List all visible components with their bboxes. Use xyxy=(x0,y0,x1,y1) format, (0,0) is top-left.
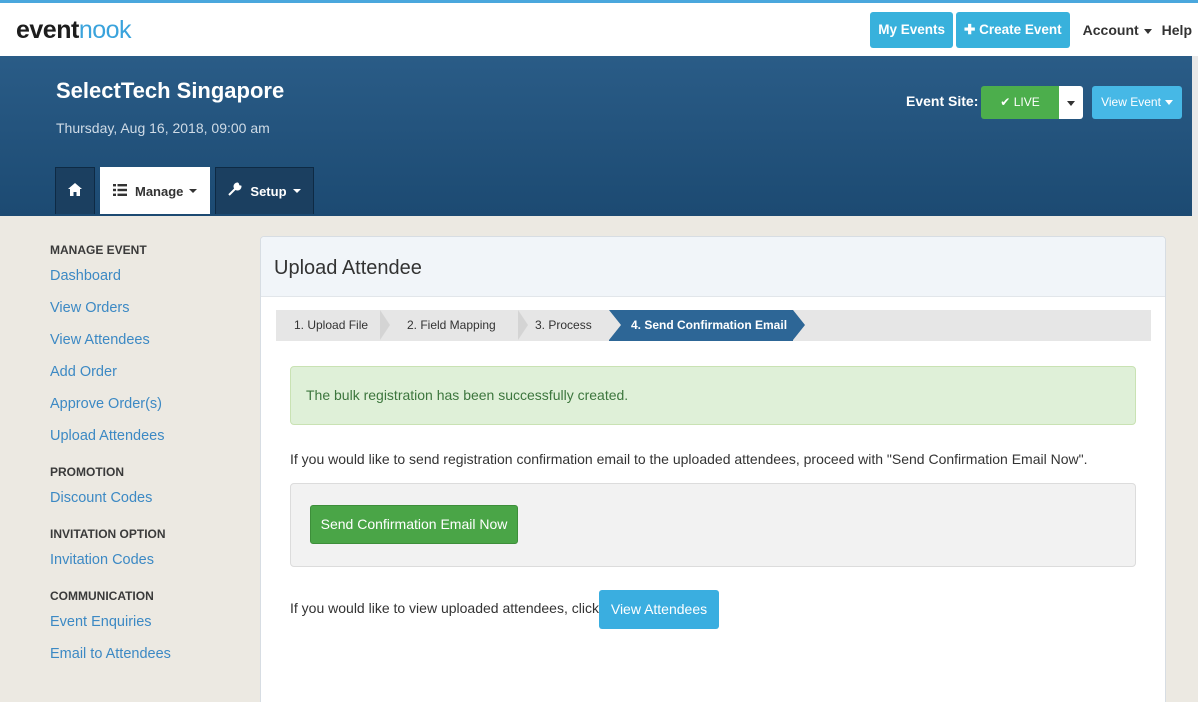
tab-setup[interactable]: Setup xyxy=(215,167,314,214)
check-icon: ✔ xyxy=(1000,95,1011,109)
sidebar-heading: MANAGE EVENT xyxy=(50,243,147,257)
step-send-confirmation-email[interactable]: 4. Send Confirmation Email xyxy=(609,310,793,341)
page-title: Upload Attendee xyxy=(261,237,1165,297)
tab-manage-label: Manage xyxy=(135,183,184,199)
view-attendees-instruction: If you would like to view uploaded atten… xyxy=(290,600,599,616)
sidebar-item-upload-attendees[interactable]: Upload Attendees xyxy=(50,424,240,456)
step-divider xyxy=(380,310,390,340)
view-attendees-button[interactable]: View Attendees xyxy=(599,590,719,629)
tab-home[interactable] xyxy=(55,167,95,214)
chevron-down-icon xyxy=(1143,28,1152,34)
top-nav: My Events ✚ Create Event Account Help xyxy=(870,12,1192,48)
sidebar: MANAGE EVENT Dashboard View Orders View … xyxy=(50,242,240,674)
create-event-button[interactable]: ✚ Create Event xyxy=(956,12,1070,48)
chevron-down-icon xyxy=(1067,100,1075,106)
wizard-steps: 1. Upload File 2. Field Mapping 3. Proce… xyxy=(276,310,1151,341)
step-active-arrow xyxy=(793,310,805,340)
chevron-down-icon xyxy=(292,189,301,193)
logo-text-event: event xyxy=(16,16,79,44)
step-process[interactable]: 3. Process xyxy=(535,310,592,341)
sidebar-item-approve-orders[interactable]: Approve Order(s) xyxy=(50,392,240,424)
sidebar-heading: PROMOTION xyxy=(50,465,124,479)
view-event-button[interactable]: View Event xyxy=(1092,86,1182,119)
step-upload-file[interactable]: 1. Upload File xyxy=(294,310,368,341)
chevron-down-icon xyxy=(1164,100,1173,106)
event-tabs: Manage Setup xyxy=(55,167,319,214)
list-icon xyxy=(113,183,127,200)
sidebar-item-email-to-attendees[interactable]: Email to Attendees xyxy=(50,642,240,674)
event-site-label: Event Site: xyxy=(906,93,979,109)
account-menu[interactable]: Account xyxy=(1083,22,1152,38)
account-label: Account xyxy=(1082,22,1139,38)
live-label: LIVE xyxy=(1013,95,1040,109)
logo-text-nook: nook xyxy=(78,16,132,44)
create-event-label: Create Event xyxy=(979,22,1062,37)
home-icon xyxy=(68,183,82,199)
event-date: Thursday, Aug 16, 2018, 09:00 am xyxy=(56,120,270,136)
success-alert: The bulk registration has been successfu… xyxy=(290,366,1136,425)
sidebar-item-add-order[interactable]: Add Order xyxy=(50,360,240,392)
step-divider xyxy=(609,310,621,340)
send-confirmation-email-button[interactable]: Send Confirmation Email Now xyxy=(310,505,518,544)
sidebar-item-view-attendees[interactable]: View Attendees xyxy=(50,328,240,360)
help-link[interactable]: Help xyxy=(1162,22,1192,38)
sidebar-item-dashboard[interactable]: Dashboard xyxy=(50,264,240,296)
sidebar-heading: INVITATION OPTION xyxy=(50,527,166,541)
sidebar-heading: COMMUNICATION xyxy=(50,589,154,603)
sidebar-item-invitation-codes[interactable]: Invitation Codes xyxy=(50,548,240,580)
step-field-mapping[interactable]: 2. Field Mapping xyxy=(407,310,496,341)
sidebar-item-discount-codes[interactable]: Discount Codes xyxy=(50,486,240,518)
step-divider xyxy=(518,310,528,340)
event-title: SelectTech Singapore xyxy=(56,78,285,103)
wrench-icon xyxy=(228,182,242,200)
my-events-button[interactable]: My Events xyxy=(870,12,954,48)
tab-setup-label: Setup xyxy=(250,183,287,199)
upload-attendee-panel: Upload Attendee 1. Upload File 2. Field … xyxy=(260,236,1166,702)
send-email-instruction: If you would like to send registration c… xyxy=(290,451,1088,467)
top-bar: eventnook My Events ✚ Create Event Accou… xyxy=(0,0,1198,56)
sidebar-item-view-orders[interactable]: View Orders xyxy=(50,296,240,328)
sidebar-item-event-enquiries[interactable]: Event Enquiries xyxy=(50,610,240,642)
view-event-label: View Event xyxy=(1101,95,1161,109)
event-header: SelectTech Singapore Thursday, Aug 16, 2… xyxy=(0,56,1198,216)
send-email-well: Send Confirmation Email Now xyxy=(290,483,1136,567)
tab-manage[interactable]: Manage xyxy=(100,167,211,214)
eventnook-logo[interactable]: eventnook xyxy=(16,16,132,45)
live-status-button[interactable]: ✔ LIVE xyxy=(981,86,1059,119)
chevron-down-icon xyxy=(189,189,198,193)
plus-icon: ✚ xyxy=(964,22,976,37)
live-status-dropdown[interactable] xyxy=(1059,86,1083,119)
